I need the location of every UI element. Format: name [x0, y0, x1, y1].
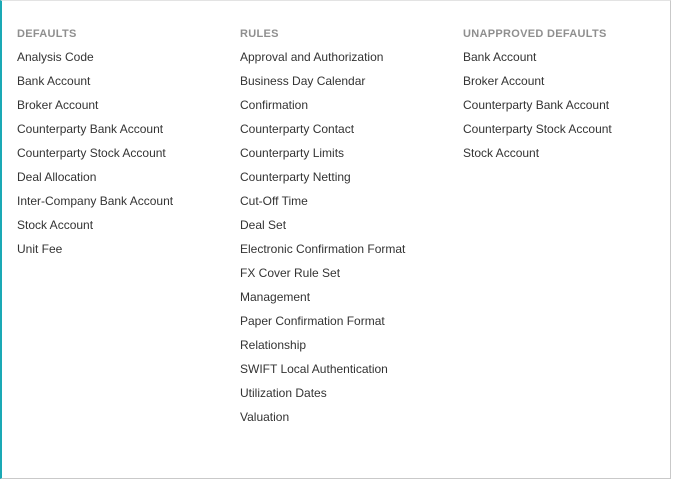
unapproved-link-counterparty-stock-account[interactable]: Counterparty Stock Account	[463, 121, 612, 145]
defaults-heading: DEFAULTS	[17, 28, 77, 40]
unapproved-link-counterparty-bank-account[interactable]: Counterparty Bank Account	[463, 97, 612, 121]
defaults-link-bank-account[interactable]: Bank Account	[17, 73, 173, 97]
rules-link-management[interactable]: Management	[240, 289, 405, 313]
rules-link-valuation[interactable]: Valuation	[240, 409, 405, 433]
defaults-link-inter-company-bank-account[interactable]: Inter-Company Bank Account	[17, 193, 173, 217]
defaults-link-stock-account[interactable]: Stock Account	[17, 217, 173, 241]
defaults-link-counterparty-stock-account[interactable]: Counterparty Stock Account	[17, 145, 173, 169]
rules-link-fx-cover-rule-set[interactable]: FX Cover Rule Set	[240, 265, 405, 289]
unapproved-defaults-list: Bank Account Broker Account Counterparty…	[463, 49, 612, 169]
defaults-link-broker-account[interactable]: Broker Account	[17, 97, 173, 121]
unapproved-defaults-column: UNAPPROVED DEFAULTS Bank Account Broker …	[463, 27, 612, 169]
rules-link-counterparty-netting[interactable]: Counterparty Netting	[240, 169, 405, 193]
defaults-link-analysis-code[interactable]: Analysis Code	[17, 49, 173, 73]
defaults-link-deal-allocation[interactable]: Deal Allocation	[17, 169, 173, 193]
rules-link-business-day-calendar[interactable]: Business Day Calendar	[240, 73, 405, 97]
rules-link-relationship[interactable]: Relationship	[240, 337, 405, 361]
defaults-column: DEFAULTS Analysis Code Bank Account Brok…	[17, 27, 173, 265]
defaults-list: Analysis Code Bank Account Broker Accoun…	[17, 49, 173, 265]
rules-link-cut-off-time[interactable]: Cut-Off Time	[240, 193, 405, 217]
rules-link-confirmation[interactable]: Confirmation	[240, 97, 405, 121]
rules-link-electronic-confirmation-format[interactable]: Electronic Confirmation Format	[240, 241, 405, 265]
unapproved-link-stock-account[interactable]: Stock Account	[463, 145, 612, 169]
unapproved-defaults-heading: UNAPPROVED DEFAULTS	[463, 28, 607, 40]
rules-link-counterparty-contact[interactable]: Counterparty Contact	[240, 121, 405, 145]
defaults-link-unit-fee[interactable]: Unit Fee	[17, 241, 173, 265]
rules-list: Approval and Authorization Business Day …	[240, 49, 405, 433]
rules-heading: RULES	[240, 28, 279, 40]
defaults-link-counterparty-bank-account[interactable]: Counterparty Bank Account	[17, 121, 173, 145]
rules-link-counterparty-limits[interactable]: Counterparty Limits	[240, 145, 405, 169]
rules-link-deal-set[interactable]: Deal Set	[240, 217, 405, 241]
rules-link-swift-local-authentication[interactable]: SWIFT Local Authentication	[240, 361, 405, 385]
rules-column: RULES Approval and Authorization Busines…	[240, 27, 405, 433]
unapproved-link-broker-account[interactable]: Broker Account	[463, 73, 612, 97]
rules-link-utilization-dates[interactable]: Utilization Dates	[240, 385, 405, 409]
rules-link-approval-and-authorization[interactable]: Approval and Authorization	[240, 49, 405, 73]
settings-menu-panel: DEFAULTS Analysis Code Bank Account Brok…	[0, 0, 671, 479]
unapproved-link-bank-account[interactable]: Bank Account	[463, 49, 612, 73]
rules-link-paper-confirmation-format[interactable]: Paper Confirmation Format	[240, 313, 405, 337]
